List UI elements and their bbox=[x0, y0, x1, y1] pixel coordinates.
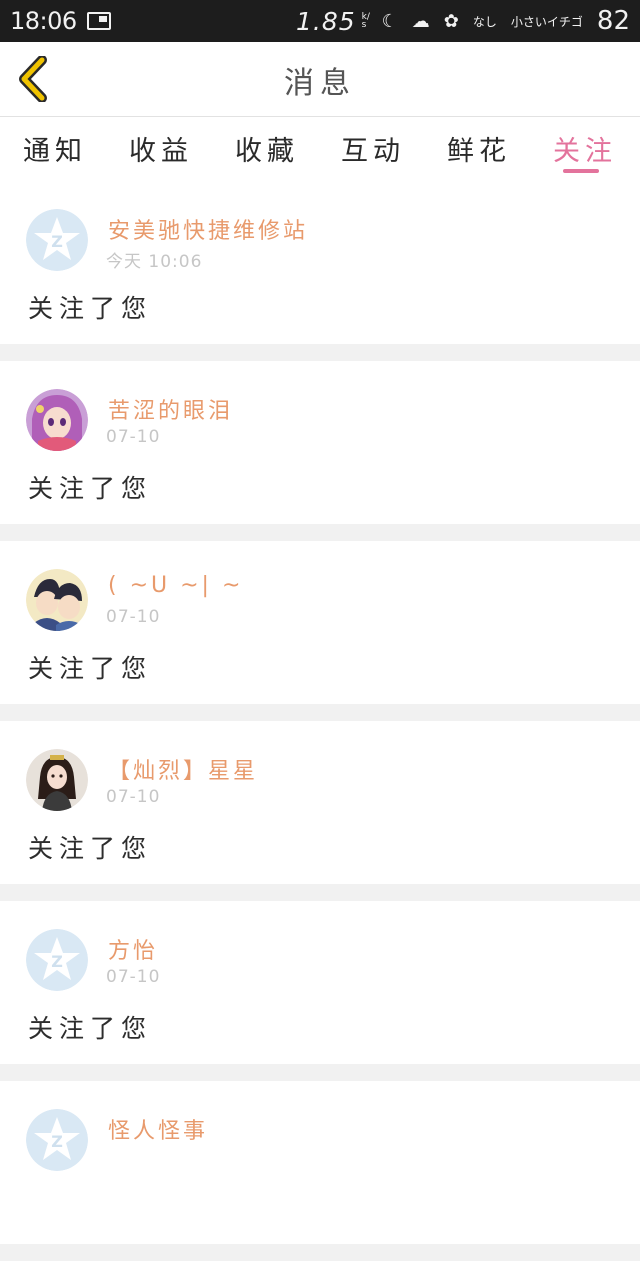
user-name[interactable]: 苦涩的眼泪 bbox=[108, 393, 233, 425]
list-item[interactable]: Z 方怡 07-10 关注了您 bbox=[0, 901, 640, 1064]
default-avatar-icon: Z bbox=[26, 209, 88, 271]
message-text: 关注了您 bbox=[28, 834, 153, 863]
user-name[interactable]: ( ~U ~| ~ bbox=[108, 573, 243, 598]
message-text: 关注了您 bbox=[28, 294, 153, 323]
status-time: 18:06 bbox=[10, 7, 77, 35]
message-list: Z 安美驰快捷维修站 今天 10:06 关注了您 苦涩的眼泪 07-10 关注了… bbox=[0, 181, 640, 1261]
anime-boys-avatar-icon bbox=[26, 569, 88, 631]
tab-interactions[interactable]: 互动 bbox=[329, 117, 417, 181]
tab-favorites[interactable]: 收藏 bbox=[223, 117, 311, 181]
doll-girl-avatar-icon bbox=[26, 749, 88, 811]
user-name[interactable]: 安美驰快捷维修站 bbox=[108, 213, 308, 245]
message-time: 07-10 bbox=[106, 967, 161, 987]
anime-girl-avatar-icon bbox=[26, 389, 88, 451]
message-time: 今天 10:06 bbox=[106, 252, 203, 272]
net-unit: k/s bbox=[361, 12, 370, 30]
tab-follows[interactable]: 关注 bbox=[541, 117, 629, 181]
page-title: 消息 bbox=[284, 66, 356, 101]
app-header: 消息 bbox=[0, 42, 640, 117]
default-avatar-icon: Z bbox=[26, 929, 88, 991]
avatar[interactable] bbox=[26, 389, 88, 451]
avatar[interactable]: Z bbox=[26, 929, 88, 991]
tab-earnings[interactable]: 收益 bbox=[117, 117, 205, 181]
notification-icon bbox=[86, 12, 111, 30]
moon-icon: ☾ bbox=[381, 10, 398, 32]
carrier-label: なし bbox=[472, 14, 497, 29]
default-avatar-icon: Z bbox=[26, 1109, 88, 1171]
user-name[interactable]: 方怡 bbox=[108, 933, 158, 965]
net-speed: 1.85 bbox=[295, 6, 356, 36]
avatar[interactable] bbox=[26, 749, 88, 811]
svg-text:Z: Z bbox=[51, 232, 63, 251]
avatar[interactable]: Z bbox=[26, 209, 88, 271]
user-name[interactable]: 【灿烈】星星 bbox=[108, 753, 258, 785]
message-text: 关注了您 bbox=[28, 1014, 153, 1043]
custom-status-text: 小さいイチゴ bbox=[510, 14, 583, 29]
svg-text:Z: Z bbox=[51, 1132, 63, 1151]
tab-notifications[interactable]: 通知 bbox=[11, 117, 99, 181]
avatar[interactable] bbox=[26, 569, 88, 631]
message-text: 关注了您 bbox=[28, 474, 153, 503]
battery-level: 82 bbox=[596, 6, 630, 36]
message-time: 07-10 bbox=[106, 427, 161, 447]
avatar[interactable]: Z bbox=[26, 1109, 88, 1171]
svg-text:Z: Z bbox=[51, 952, 63, 971]
flower-icon: ✿ bbox=[443, 10, 459, 32]
list-item[interactable]: 苦涩的眼泪 07-10 关注了您 bbox=[0, 361, 640, 524]
status-bar: 18:06 1.85 k/s ☾ ☁ ✿ なし 小さいイチゴ 82 bbox=[0, 0, 640, 42]
message-time: 07-10 bbox=[106, 787, 161, 807]
list-item[interactable]: ( ~U ~| ~ 07-10 关注了您 bbox=[0, 541, 640, 704]
tab-bar: 通知 收益 收藏 互动 鲜花 关注 bbox=[0, 117, 640, 181]
cloud-icon: ☁ bbox=[411, 10, 430, 32]
list-item[interactable]: 【灿烈】星星 07-10 关注了您 bbox=[0, 721, 640, 884]
tab-flowers[interactable]: 鲜花 bbox=[435, 117, 523, 181]
message-time: 07-10 bbox=[106, 607, 161, 627]
message-text: 关注了您 bbox=[28, 654, 153, 683]
list-item[interactable]: Z 安美驰快捷维修站 今天 10:06 关注了您 bbox=[0, 181, 640, 344]
user-name[interactable]: 怪人怪事 bbox=[108, 1113, 208, 1145]
list-item[interactable]: Z 怪人怪事 bbox=[0, 1081, 640, 1244]
